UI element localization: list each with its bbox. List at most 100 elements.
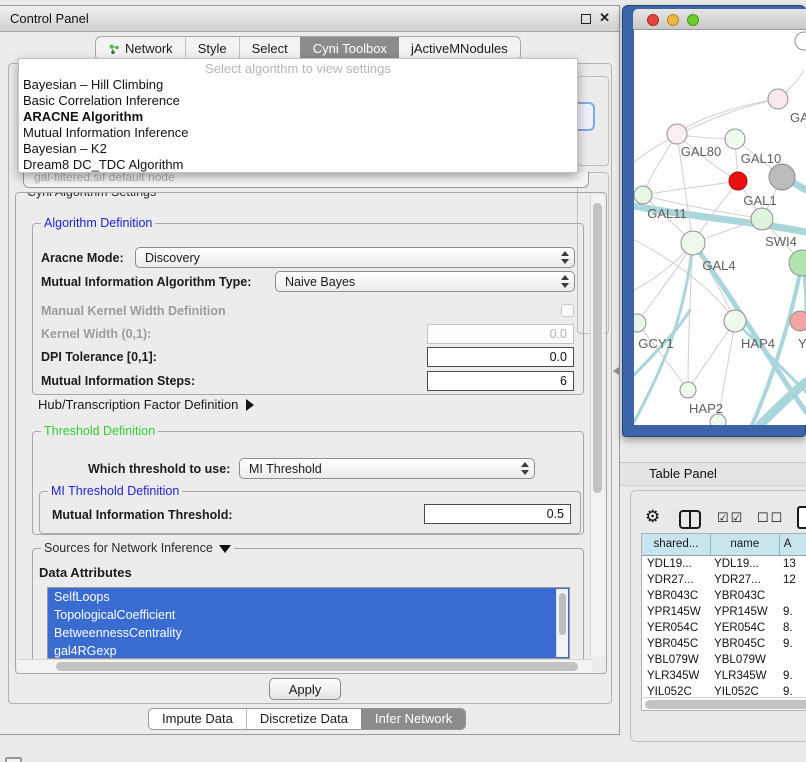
close-icon[interactable]: ✕ <box>599 10 610 26</box>
table-row[interactable]: YDR27...YDR27...12 <box>642 572 806 588</box>
mi-threshold-field[interactable]: 0.5 <box>424 504 571 524</box>
dropdown-item[interactable]: Bayesian – Hill Climbing <box>19 77 577 93</box>
list-item[interactable]: BetweennessCentrality <box>48 624 569 642</box>
list-item[interactable]: gal4RGexp <box>48 642 569 659</box>
dropdown-item[interactable]: Mutual Information Inference <box>19 125 577 141</box>
tab-label: Network <box>125 37 173 60</box>
close-traffic-light[interactable] <box>647 14 659 26</box>
tab-cyni-toolbox[interactable]: Cyni Toolbox <box>300 37 399 60</box>
hub-definition-expander[interactable]: Hub/Transcription Factor Definition <box>38 397 254 412</box>
deselect-all-checkboxes-icon[interactable]: ☐☐ <box>757 510 784 526</box>
combo-value: Naive Bayes <box>285 275 355 289</box>
column-header[interactable]: shared... <box>642 534 711 555</box>
tab-infer-network[interactable]: Infer Network <box>361 709 465 729</box>
scrollbar-thumb[interactable] <box>56 662 578 671</box>
edge <box>637 243 693 323</box>
mi-algorithm-type-select[interactable]: Naive Bayes <box>275 271 575 292</box>
node-attribute-table: shared... name A YDL19...YDL19...13YDR27… <box>641 533 806 711</box>
node-gray[interactable] <box>769 164 795 190</box>
node-gal80[interactable] <box>667 124 687 144</box>
node-y[interactable] <box>790 311 806 331</box>
dropdown-item[interactable]: Dream8 DC_TDC Algorithm <box>19 157 577 173</box>
tab-label: Select <box>252 37 288 60</box>
table-row[interactable]: YBR045CYBR045C9. <box>642 636 806 652</box>
settings-horizontal-scrollbar[interactable] <box>18 659 592 673</box>
node-gal-top[interactable] <box>768 89 788 109</box>
manual-kernel-checkbox[interactable] <box>561 304 574 317</box>
node-label: GAL <box>790 110 806 125</box>
aracne-mode-label: Aracne Mode: <box>41 251 124 265</box>
dropdown-item[interactable]: Bayesian – K2 <box>19 141 577 157</box>
node-swi4[interactable] <box>789 250 806 276</box>
table-horizontal-scrollbar[interactable] <box>643 697 806 711</box>
minimize-traffic-light[interactable] <box>667 14 679 26</box>
data-attributes-label: Data Attributes <box>39 565 132 580</box>
settings-vertical-scrollbar[interactable] <box>590 195 604 657</box>
hub-definition-label: Hub/Transcription Factor Definition <box>38 397 238 412</box>
select-all-checkboxes-icon[interactable]: ☑☑ <box>717 510 744 526</box>
node-gcy1[interactable] <box>634 314 646 332</box>
node-gal11[interactable] <box>634 186 652 204</box>
table-cell <box>780 588 806 604</box>
apply-button[interactable]: Apply <box>269 678 341 700</box>
combo-value: Discovery <box>145 251 200 265</box>
node-hap2[interactable] <box>680 382 696 398</box>
table-row[interactable]: YER054CYER054C8. <box>642 620 806 636</box>
node-gal1[interactable] <box>751 208 773 230</box>
network-canvas[interactable]: GAL GAL80 GAL10 GAL1 GAL11 GAL4 SWI4 GCY… <box>634 30 806 425</box>
node-gal10[interactable] <box>725 129 745 149</box>
network-selector-combo-clipped[interactable]: gal-filtered.sif default node <box>23 172 589 188</box>
column-header[interactable]: name <box>711 534 780 555</box>
document-icon[interactable] <box>797 506 806 529</box>
node-hap4[interactable] <box>724 310 746 332</box>
which-threshold-select[interactable]: MI Threshold <box>239 458 535 479</box>
table-row[interactable]: YLR345WYLR345W9. <box>642 668 806 684</box>
float-window-icon[interactable] <box>581 14 591 24</box>
algorithm-definition-group: Algorithm Definition Aracne Mode: Discov… <box>32 223 584 395</box>
table-cell: YLR345W <box>642 668 711 684</box>
table-row[interactable]: YBR043CYBR043C <box>642 588 806 604</box>
panel-splitter-arrow[interactable] <box>613 367 619 375</box>
aracne-mode-select[interactable]: Discovery <box>135 247 575 268</box>
zoom-traffic-light[interactable] <box>687 14 699 26</box>
screen: Control Panel ✕ Network Style Select Cyn… <box>0 0 806 762</box>
list-item[interactable]: TopologicalCoefficient <box>48 606 569 624</box>
table-row[interactable]: YBL079WYBL079W <box>642 652 806 668</box>
table-cell: YBL079W <box>642 652 711 668</box>
tab-style[interactable]: Style <box>185 37 239 60</box>
control-panel-titlebar: Control Panel ✕ <box>0 6 619 32</box>
table-panel: ⚙ ☑☑ ☐☐ shared... name A YDL19...YDL19..… <box>630 490 806 742</box>
scrollbar-thumb[interactable] <box>593 203 602 493</box>
dropdown-item[interactable]: Basic Correlation Inference <box>19 93 577 109</box>
tab-impute-data[interactable]: Impute Data <box>149 709 246 729</box>
edge <box>643 181 738 195</box>
dpi-tolerance-field[interactable]: 0.0 <box>427 347 574 367</box>
mi-threshold-definition-group: MI Threshold Definition Mutual Informati… <box>39 491 581 534</box>
table-cell <box>780 652 806 668</box>
node-red-selected[interactable] <box>729 172 747 190</box>
node-gal4[interactable] <box>681 231 705 255</box>
table-row[interactable]: YDL19...YDL19...13 <box>642 556 806 572</box>
list-item[interactable]: SelfLoops <box>48 588 569 606</box>
tab-select[interactable]: Select <box>239 37 300 60</box>
which-threshold-label: Which threshold to use: <box>88 462 230 476</box>
tab-jactivemnodules[interactable]: jActiveMNodules <box>399 37 520 60</box>
mi-steps-field[interactable]: 6 <box>427 371 574 391</box>
sources-expander[interactable]: Sources for Network Inference <box>41 541 234 555</box>
tab-network[interactable]: Network <box>96 37 185 60</box>
dropdown-item-selected[interactable]: ARACNE Algorithm <box>19 109 577 125</box>
table-cell: YBR045C <box>711 636 780 652</box>
node[interactable] <box>795 32 806 50</box>
kernel-width-field[interactable]: 0.0 <box>427 324 574 344</box>
column-header[interactable]: A <box>780 534 806 555</box>
list-vertical-scrollbar[interactable] <box>556 589 568 657</box>
gear-icon[interactable]: ⚙ <box>645 507 660 527</box>
tab-discretize-data[interactable]: Discretize Data <box>246 709 361 729</box>
table-cell: 12 <box>780 572 806 588</box>
table-cell: YDR27... <box>711 572 780 588</box>
scrollbar-thumb[interactable] <box>645 700 806 709</box>
columns-icon[interactable] <box>679 510 701 529</box>
scrollbar-thumb[interactable] <box>559 593 566 635</box>
table-row[interactable]: YPR145WYPR145W9. <box>642 604 806 620</box>
algorithm-dropdown-list: Select algorithm to view settings Bayesi… <box>18 58 578 173</box>
